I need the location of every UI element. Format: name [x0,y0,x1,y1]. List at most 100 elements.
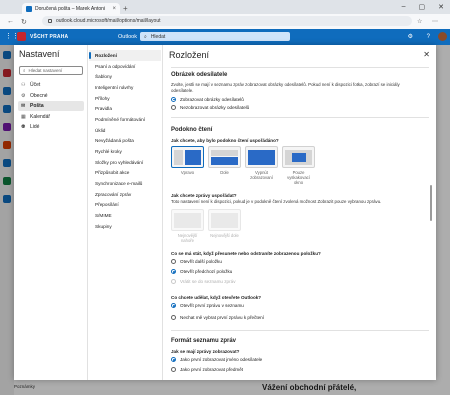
window-controls: – ▢ ✕ [402,3,444,11]
subcategory-item[interactable]: Přílohy [89,93,161,104]
radio-let-me-choose[interactable]: Nechat mě vybrat první zprávu k přečtení [171,314,429,322]
radio-show-sender-images[interactable]: Zobrazovat obrázky odesílatelů [171,95,429,103]
settings-search-placeholder: Hledat nastavení [28,68,63,73]
reading-pane-option-right[interactable]: Vpravo [171,146,204,185]
category-label: Účet [30,82,41,88]
radio-hide-sender-images[interactable]: Nezobrazovat obrázky odesílatelů [171,103,429,111]
option-label: Pouze vyskakovací okno [287,170,310,185]
reading-pane-option-bottom[interactable]: Dole [208,146,241,185]
tab-bar: Doručená pošta – Marek Antoni × + – ▢ ✕ [0,0,450,14]
extensions-icon[interactable]: ☆ ⋯ [417,18,442,25]
subcategory-item[interactable]: S/MIME [89,210,161,221]
back-icon[interactable]: ← [7,18,14,25]
mail-subcategories: Rozložení Psaní a odpovídání Šablony Inteli… [89,50,161,232]
app-launcher-icon[interactable]: ⋮⋮ [5,33,19,41]
radio-label: Nezobrazovat obrázky odesílatelů [180,104,250,110]
page-title: Rozložení [169,50,210,60]
subcategory-item[interactable]: Rozložení [89,50,161,61]
browser-tab[interactable]: Doručená pošta – Marek Antoni × [22,3,120,14]
calendar-icon: ▦ [21,113,26,120]
category-label: Pošta [30,103,44,109]
settings-search-input[interactable]: ⌕ Hledat nastavení [19,66,83,75]
subcategory-item[interactable]: Skupiny [89,221,161,232]
radio-open-first-message[interactable]: Otevřít první zprávu v seznamu [171,302,429,310]
radio-label: Otevřít první zprávu v seznamu [180,303,244,308]
radio-return-to-list[interactable]: Vrátit se do seznamu zpráv [171,278,429,286]
subcategory-item[interactable]: Přeposílání [89,200,161,211]
subcategory-item[interactable]: Psaní a odpovídání [89,61,161,72]
radio-open-previous[interactable]: Otevřít předchozí položku [171,268,429,276]
address-bar[interactable]: outlook.cloud.microsoft/mail/options/mai… [42,16,412,26]
close-icon[interactable]: ✕ [423,50,430,59]
refresh-icon[interactable]: ↻ [21,18,27,26]
minimize-icon[interactable]: – [402,3,406,11]
search-icon: ⌕ [144,33,147,40]
option-label: Vpravo [180,170,195,175]
category-item-people[interactable]: ⚉ Lidé [18,122,84,132]
person-icon: ⚇ [21,82,26,88]
outlook-favicon-icon [26,5,32,12]
order-option-newest-bottom[interactable]: Nejnovější dole [208,208,241,243]
header-actions-icons[interactable]: ⚙ ? [408,33,436,40]
option-label: Nejnovější nahoře [177,232,198,243]
tab-close-icon[interactable]: × [112,6,116,12]
header-search-placeholder: Hledat [150,33,166,40]
radio-indicator [171,367,176,372]
radio-subject-first[interactable]: Jako první zobrazovat předmět [171,366,429,374]
window-close-icon[interactable]: ✕ [438,3,444,11]
account-avatar[interactable] [438,32,447,41]
subcategory-item[interactable]: Nevyžádaná pošta [89,136,161,147]
radio-open-next[interactable]: Otevřít další položku [171,258,429,266]
category-item-mail[interactable]: ✉ Pošta [18,101,84,111]
reading-pane-option-popup[interactable]: Pouze vyskakovací okno [282,146,315,185]
order-option-newest-top[interactable]: Nejnovější nahoře [171,208,204,243]
mail-subcategories-pane: Rozložení Psaní a odpovídání Šablony Inteli… [89,45,161,380]
category-label: Obecné [30,92,48,99]
subcategory-item[interactable]: Rychlé kroky [89,146,161,157]
radio-indicator [171,279,176,284]
category-item-general[interactable]: ⚙ Obecné [18,91,84,101]
radio-label: Nechat mě vybrat první zprávu k přečtení [180,315,264,320]
radio-indicator [171,269,176,274]
subcategory-item[interactable]: Inteligentní návrhy [89,82,161,93]
radio-sender-first[interactable]: Jako první zobrazovat jméno odesílatele [171,356,429,364]
new-tab-icon[interactable]: + [123,4,128,13]
subcategory-item[interactable]: Zpracování zpráv [89,189,161,200]
reading-pane-options: Vpravo Dole Vypnút zobrazovaní Pouze vys… [171,146,429,185]
subcategory-item[interactable]: Složky pro vyhledávání [89,157,161,168]
search-icon: ⌕ [23,68,26,73]
category-item-account[interactable]: ⚇ Účet [18,80,84,90]
scrollbar-thumb[interactable] [430,185,432,221]
layout-settings-content: Rozložení ✕ Obrázek odesílatele Zvolte, … [162,45,436,380]
subcategory-item[interactable]: Synchronizace e-mailů [89,178,161,189]
category-item-calendar[interactable]: ▦ Kalendář [18,112,84,122]
thumbnail-popup [282,146,315,168]
sender-images-description: Zvolte, jestli se mají v seznamu zpráv z… [171,82,400,93]
thumbnail-right [171,146,204,168]
reading-pane-option-off[interactable]: Vypnút zobrazovaní [245,146,278,185]
radio-indicator [171,96,176,102]
settings-scroll-area[interactable]: Obrázek odesílatele Zvolte, jestli se ma… [163,65,429,380]
radio-indicator [171,357,176,362]
thumbnail-newest-bottom [208,208,241,231]
thumbnail-bottom [208,146,241,168]
subcategory-item[interactable]: Pravidla [89,103,161,114]
radio-label: Otevřít další položku [180,259,222,264]
people-icon: ⚉ [21,124,26,130]
radio-indicator [171,315,176,320]
address-row: ← ↻ outlook.cloud.microsoft/mail/options… [0,14,450,29]
mail-icon: ✉ [21,103,26,109]
radio-indicator [171,104,176,110]
subcategory-item[interactable]: Šablony [89,71,161,82]
site-info-icon[interactable] [48,19,52,23]
header-search-input[interactable]: ⌕ Hledat [140,32,290,41]
app-name: Outlook [118,34,137,40]
thumbnail-newest-top [171,208,204,231]
maximize-icon[interactable]: ▢ [419,3,426,11]
subcategory-item[interactable]: Přizpůsobit akce [89,168,161,179]
subcategory-item[interactable]: Úklid [89,125,161,136]
radio-indicator [171,259,176,264]
option-label: Nejnovější dole [210,232,239,238]
message-order-options: Nejnovější nahoře Nejnovější dole [171,208,429,243]
subcategory-item[interactable]: Podmíněné formátování [89,114,161,125]
